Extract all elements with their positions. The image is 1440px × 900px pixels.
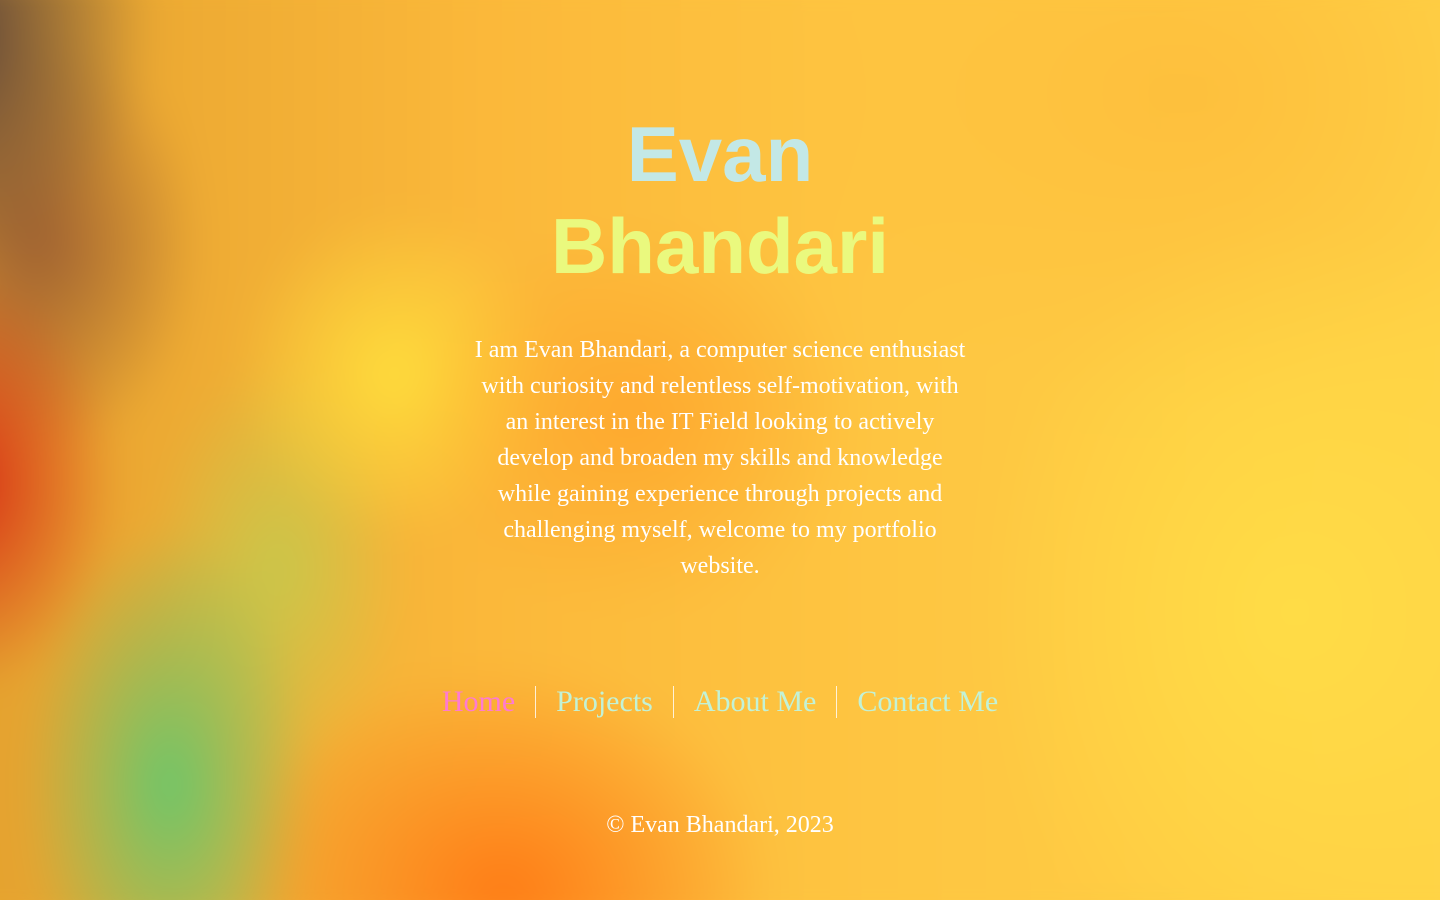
nav-contact-link[interactable]: Contact Me [837,684,1018,720]
nav-about-link[interactable]: About Me [674,684,837,720]
nav-projects-link[interactable]: Projects [536,684,673,720]
title-last-name: Bhandari [550,202,890,290]
main-nav: Home Projects About Me Contact Me [0,684,1440,720]
nav-home-link[interactable]: Home [422,684,535,720]
footer-copyright: © Evan Bhandari, 2023 [606,812,834,838]
page-title: Evan Bhandari [0,108,1440,292]
title-first-name: Evan [626,110,814,198]
page-content: Evan Bhandari I am Evan Bhandari, a comp… [0,0,1440,900]
intro-paragraph: I am Evan Bhandari, a computer science e… [474,337,966,579]
